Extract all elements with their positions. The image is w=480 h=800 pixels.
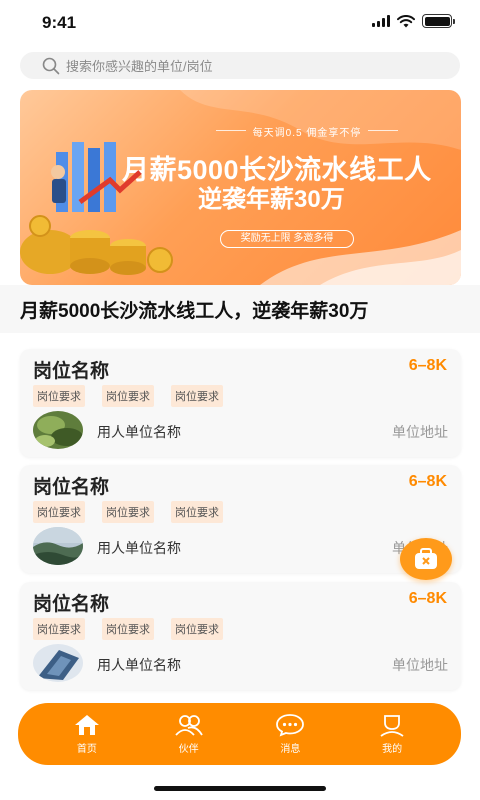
search-icon	[42, 57, 60, 74]
status-bar: 9:41	[0, 0, 480, 46]
job-salary: 6–8K	[408, 473, 447, 490]
job-tags: 岗位要求 岗位要求 岗位要求	[33, 385, 223, 407]
banner-tagline: 每天调0.5 佣金享不停	[216, 124, 398, 139]
job-tag: 岗位要求	[102, 618, 154, 640]
battery-icon	[422, 14, 455, 28]
tab-label: 首页	[76, 744, 97, 755]
company-name: 用人单位名称	[97, 657, 181, 673]
job-card[interactable]: 岗位名称 6–8K 岗位要求 岗位要求 岗位要求 用人单位名称 单位地址	[20, 465, 461, 573]
tab-label: 伙伴	[178, 744, 199, 755]
tab-profile[interactable]: 我的	[362, 713, 422, 755]
job-title: 岗位名称	[33, 594, 110, 615]
tab-messages[interactable]: 消息	[260, 713, 320, 755]
job-tag: 岗位要求	[33, 618, 85, 640]
job-card[interactable]: 岗位名称 6–8K 岗位要求 岗位要求 岗位要求 用人单位名称 单位地址	[20, 349, 461, 457]
partners-icon	[174, 715, 203, 736]
job-tags: 岗位要求 岗位要求 岗位要求	[33, 618, 223, 640]
job-tag: 岗位要求	[171, 385, 223, 407]
briefcase-icon	[415, 548, 437, 569]
wifi-icon	[397, 14, 415, 27]
job-briefcase-button[interactable]	[400, 538, 452, 580]
company-name: 用人单位名称	[97, 540, 181, 556]
home-indicator	[154, 786, 326, 791]
company-avatar	[33, 411, 83, 449]
search-placeholder: 搜索你感兴趣的单位/岗位	[66, 59, 213, 74]
job-tag: 岗位要求	[171, 618, 223, 640]
tab-home[interactable]: 首页	[57, 713, 117, 755]
job-title: 岗位名称	[33, 361, 110, 382]
job-salary: 6–8K	[408, 357, 447, 374]
job-salary: 6–8K	[408, 590, 447, 607]
company-address: 单位地址	[392, 657, 448, 673]
tab-label: 消息	[280, 744, 301, 755]
bottom-tab-bar: 首页 伙伴 消息 我的	[18, 703, 461, 765]
signal-icon	[372, 15, 390, 27]
job-tag: 岗位要求	[171, 501, 223, 523]
banner-subheadline: 逆袭年薪30万	[198, 186, 345, 213]
tab-label: 我的	[382, 744, 403, 755]
banner-cta-pill[interactable]: 奖励无上限 多邀多得	[220, 230, 354, 248]
article-headline[interactable]: 月薪5000长沙流水线工人，逆袭年薪30万	[0, 285, 480, 333]
job-tag: 岗位要求	[102, 501, 154, 523]
profile-icon	[380, 715, 404, 737]
status-time: 9:41	[42, 13, 77, 32]
job-title: 岗位名称	[33, 477, 110, 498]
status-icons	[372, 14, 455, 28]
search-input[interactable]: 搜索你感兴趣的单位/岗位	[20, 52, 460, 79]
job-tag: 岗位要求	[33, 501, 85, 523]
company-address: 单位地址	[392, 424, 448, 440]
message-icon	[276, 714, 305, 737]
job-card[interactable]: 岗位名称 6–8K 岗位要求 岗位要求 岗位要求 用人单位名称 单位地址	[20, 582, 461, 690]
job-tag: 岗位要求	[102, 385, 154, 407]
company-avatar	[33, 644, 83, 682]
money-illustration	[20, 142, 173, 275]
promo-banner[interactable]: 每天调0.5 佣金享不停 月薪5000长沙流水线工人 逆袭年薪30万 奖励无上限…	[20, 90, 461, 285]
company-name: 用人单位名称	[97, 424, 181, 440]
tab-partners[interactable]: 伙伴	[159, 713, 219, 755]
job-tag: 岗位要求	[33, 385, 85, 407]
home-icon	[74, 715, 99, 735]
company-avatar	[33, 527, 83, 565]
job-tags: 岗位要求 岗位要求 岗位要求	[33, 501, 223, 523]
